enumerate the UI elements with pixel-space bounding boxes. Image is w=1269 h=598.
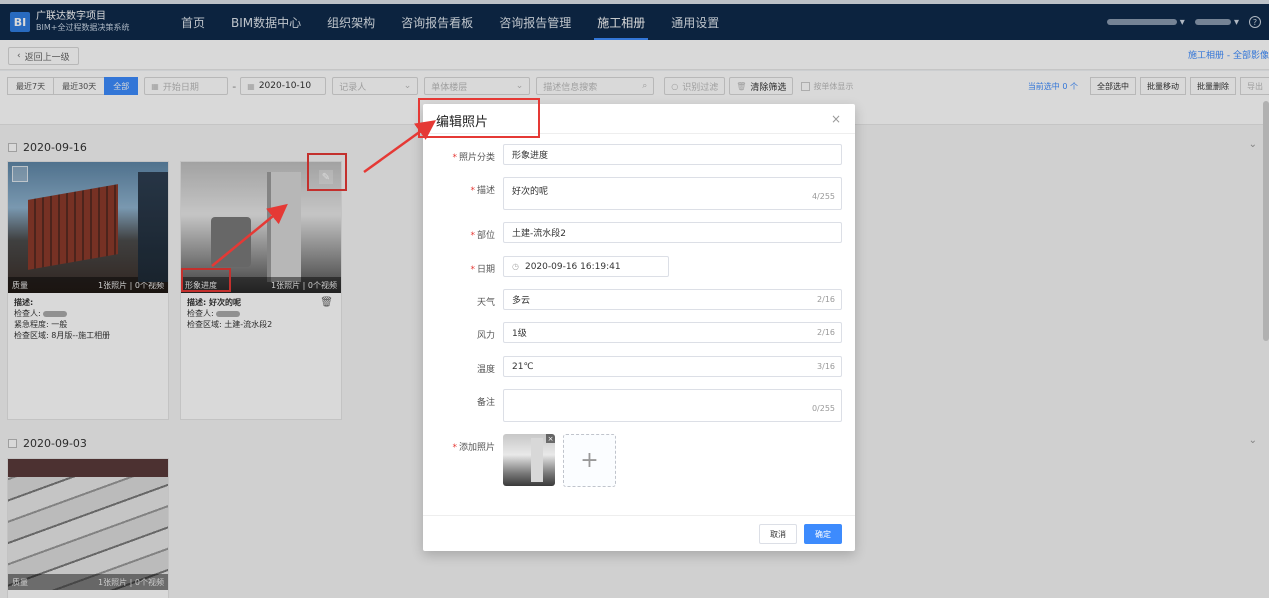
date-row: * 日期 ◷ 2020-09-16 16:19:41 (423, 256, 855, 277)
category-select[interactable]: 形象进度 (503, 144, 842, 165)
description-row: * 描述 好次的呢 4/255 (423, 177, 855, 210)
remark-textarea[interactable]: 0/255 (503, 389, 842, 422)
location-row: * 部位 土建-流水段2 (423, 222, 855, 243)
annotation-highlight-title (418, 98, 540, 138)
temperature-row: 温度 21℃ 3/16 (423, 356, 855, 377)
weather-input[interactable]: 多云 2/16 (503, 289, 842, 310)
photos-row: * 添加照片 × + (423, 434, 855, 487)
edit-photo-dialog: 编辑照片 × * 照片分类 形象进度 * 描述 好次的呢 4/255 * 部位 土建-… (423, 104, 855, 551)
description-textarea[interactable]: 好次的呢 4/255 (503, 177, 842, 210)
category-row: * 照片分类 形象进度 (423, 144, 855, 165)
wind-row: 风力 1级 2/16 (423, 322, 855, 343)
remove-photo-icon[interactable]: × (546, 434, 555, 443)
confirm-button[interactable]: 确定 (804, 524, 842, 544)
location-select[interactable]: 土建-流水段2 (503, 222, 842, 243)
close-icon[interactable]: × (831, 112, 841, 126)
temperature-input[interactable]: 21℃ 3/16 (503, 356, 842, 377)
weather-row: 天气 多云 2/16 (423, 289, 855, 310)
remark-row: 备注 0/255 (423, 389, 855, 422)
cancel-button[interactable]: 取消 (759, 524, 797, 544)
wind-input[interactable]: 1级 2/16 (503, 322, 842, 343)
clock-icon: ◷ (512, 262, 519, 271)
date-picker[interactable]: ◷ 2020-09-16 16:19:41 (503, 256, 669, 277)
add-photo-button[interactable]: + (563, 434, 616, 487)
uploaded-photo-thumbnail[interactable]: × (503, 434, 555, 486)
